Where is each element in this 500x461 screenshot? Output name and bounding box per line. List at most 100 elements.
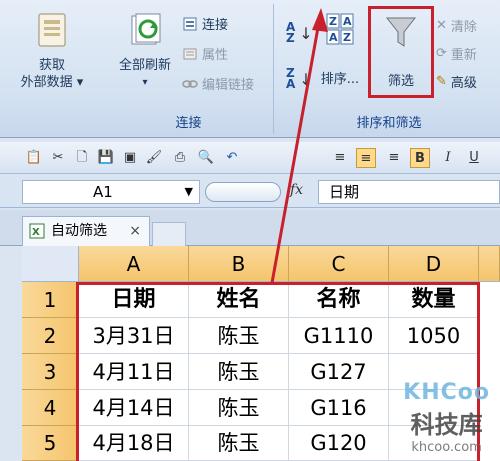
clear-label: 清除 — [450, 20, 477, 35]
svg-text:A: A — [329, 31, 338, 44]
column-header-d[interactable]: D — [389, 246, 479, 282]
row-header-5[interactable]: 5 — [22, 426, 79, 461]
cell-d1[interactable]: 数量 — [389, 282, 479, 318]
reapply-label: 重新 — [450, 48, 477, 63]
refresh-all-button[interactable]: 全部刷新 ▾ — [110, 12, 180, 91]
cell-a5[interactable]: 4月18日 — [79, 426, 189, 461]
row-header-2[interactable]: 2 — [22, 318, 79, 354]
workbook-tab-label: 自动筛选 — [51, 223, 107, 239]
connections-icon — [183, 17, 197, 30]
clear-button[interactable]: ✕ 清除 — [436, 16, 477, 35]
sort-icon: Z A A Z — [326, 13, 354, 45]
name-box-dropdown-icon[interactable]: ▼ — [185, 181, 193, 203]
get-external-data-button[interactable]: 获取 外部数据 ▾ — [20, 12, 84, 91]
name-box-value: A1 — [93, 183, 113, 201]
italic-icon[interactable]: I — [438, 148, 458, 168]
reapply-icon: ⟳ — [436, 46, 447, 61]
edit-links-button[interactable]: 编辑链接 — [182, 74, 254, 93]
column-header-a[interactable]: A — [79, 246, 189, 282]
get-data-label-1: 获取 — [38, 58, 65, 73]
sort-asc-arrow-icon: ↓ — [299, 23, 313, 43]
database-icon — [38, 13, 66, 47]
cell-b2[interactable]: 陈玉 — [189, 318, 289, 354]
row-header-3[interactable]: 3 — [22, 354, 79, 390]
align-right-icon[interactable]: ≡ — [384, 148, 404, 168]
svg-text:Z: Z — [329, 15, 337, 28]
properties-icon — [183, 48, 197, 59]
align-center-icon[interactable]: ≡ — [356, 148, 376, 168]
advanced-button[interactable]: ✎ 高级 — [436, 72, 477, 91]
column-header-b[interactable]: B — [189, 246, 289, 282]
svg-text:X: X — [32, 227, 40, 238]
cell-c2[interactable]: G1110 — [289, 318, 389, 354]
cell-b4[interactable]: 陈玉 — [189, 390, 289, 426]
sort-desc-icon: ZA — [286, 66, 296, 91]
connections-group-label: 连接 — [175, 116, 202, 131]
cell-b3[interactable]: 陈玉 — [189, 354, 289, 390]
row-header-1[interactable]: 1 — [22, 282, 79, 318]
connections-group: 全部刷新 ▾ 连接 属性 编辑链接 连接 — [104, 4, 274, 134]
undo-icon[interactable]: ↶ — [222, 148, 242, 168]
watermark-name: 科技库 — [410, 411, 483, 439]
cell-c4[interactable]: G116 — [289, 390, 389, 426]
properties-button[interactable]: 属性 — [182, 44, 228, 63]
save-icon[interactable]: 💾 — [96, 148, 116, 168]
workbook-tab-strip: X 自动筛选 × — [0, 210, 500, 246]
cell-b1[interactable]: 姓名 — [189, 282, 289, 318]
watermark-url: khcoo.com — [411, 440, 482, 455]
funnel-icon — [385, 17, 417, 47]
cell-a2[interactable]: 3月31日 — [79, 318, 189, 354]
name-box[interactable]: A1 ▼ — [22, 180, 200, 204]
cell-c3[interactable]: G127 — [289, 354, 389, 390]
svg-text:A: A — [343, 15, 352, 28]
cell-a1[interactable]: 日期 — [79, 282, 189, 318]
excel-file-icon: X — [29, 223, 45, 239]
get-data-label-2: 外部数据 ▾ — [20, 75, 84, 90]
column-header-e[interactable] — [479, 246, 500, 282]
cell-c5[interactable]: G120 — [289, 426, 389, 461]
cell-a3[interactable]: 4月11日 — [79, 354, 189, 390]
edit-links-label: 编辑链接 — [202, 78, 255, 93]
workbook-tab[interactable]: X 自动筛选 × — [22, 216, 150, 246]
new-tab-button[interactable] — [152, 222, 186, 246]
column-header-c[interactable]: C — [289, 246, 389, 282]
new-icon[interactable]: 🗋 — [72, 148, 92, 168]
refresh-all-label: 全部刷新 — [118, 58, 171, 73]
reapply-button[interactable]: ⟳ 重新 — [436, 44, 477, 63]
properties-label: 属性 — [202, 48, 229, 63]
cell-b5[interactable]: 陈玉 — [189, 426, 289, 461]
sort-asc-button[interactable]: AZ ↓ — [286, 20, 313, 45]
svg-text:Z: Z — [343, 31, 351, 44]
underline-icon[interactable]: U — [464, 148, 484, 168]
cell-c1[interactable]: 名称 — [289, 282, 389, 318]
close-icon[interactable]: × — [129, 217, 141, 245]
sort-desc-button[interactable]: ZA ↓ — [286, 66, 313, 91]
formula-input[interactable]: 日期 — [318, 180, 500, 204]
formula-bar: A1 ▼ fx 日期 — [0, 176, 500, 208]
print-icon[interactable]: ⎙ — [170, 148, 190, 168]
format-painter-icon[interactable]: 🖌 — [144, 148, 164, 168]
cut-icon[interactable]: ✂ — [48, 148, 68, 168]
connections-button[interactable]: 连接 — [182, 14, 228, 33]
cell-d2[interactable]: 1050 — [389, 318, 479, 354]
print-preview-icon[interactable]: ▣ — [120, 148, 140, 168]
watermark-logo: KHCoo — [403, 380, 490, 405]
sort-filter-group-label: 排序和筛选 — [356, 116, 422, 131]
cell-a4[interactable]: 4月14日 — [79, 390, 189, 426]
row-header-4[interactable]: 4 — [22, 390, 79, 426]
bold-icon[interactable]: B — [410, 148, 430, 168]
sort-filter-group: AZ ↓ ZA ↓ Z A A Z 排序... 筛选 ✕ 清除 ⟳ 重新 ✎ 高… — [278, 4, 500, 134]
paste-icon[interactable]: 📋 — [24, 148, 44, 168]
select-all-corner[interactable] — [22, 246, 79, 282]
advanced-label: 高级 — [450, 76, 477, 91]
filter-label: 筛选 — [387, 74, 414, 89]
sort-button[interactable]: Z A A Z 排序... — [316, 12, 364, 88]
link-icon — [182, 79, 198, 88]
zoom-icon[interactable]: 🔍 — [196, 148, 216, 168]
formula-bar-resize-handle[interactable] — [205, 182, 281, 202]
filter-button[interactable]: 筛选 — [374, 14, 428, 90]
get-external-data-group: 获取 外部数据 ▾ — [0, 4, 100, 134]
sort-asc-icon: AZ — [286, 20, 296, 45]
fx-icon[interactable]: fx — [290, 182, 303, 198]
align-left-icon[interactable]: ≡ — [330, 148, 350, 168]
